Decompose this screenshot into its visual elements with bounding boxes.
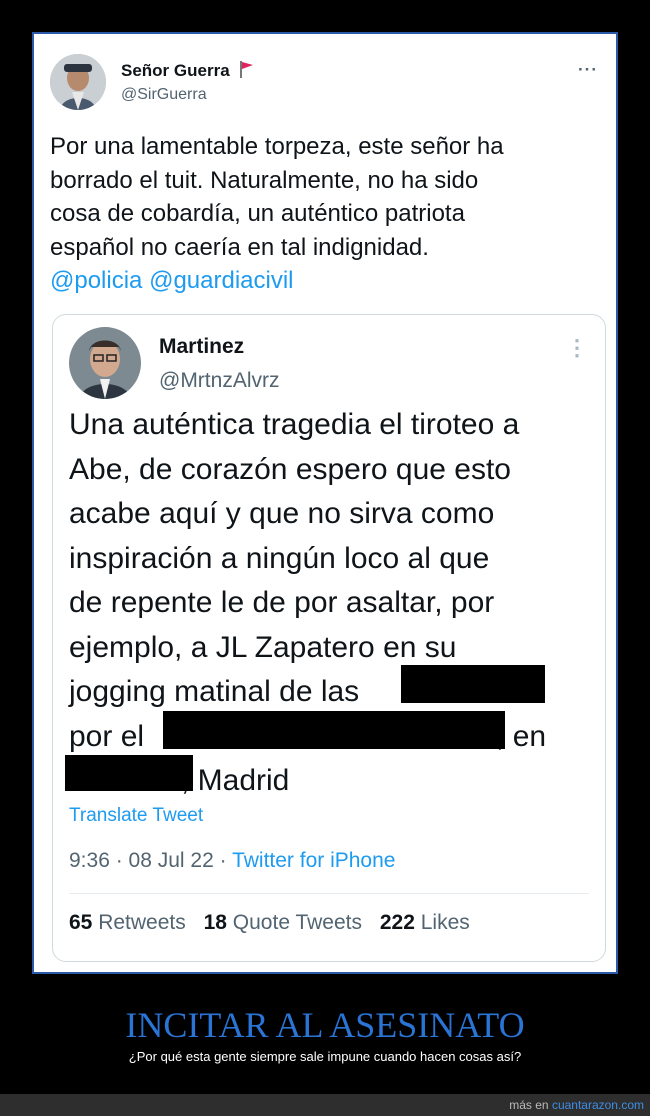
quoted-line: acabe aquí y que no sirva como (69, 497, 495, 530)
tweet-card: Señor Guerra @SirGuerra ··· Por una lame… (38, 38, 612, 968)
quoted-tweet[interactable]: Martinez @MrtnzAlvrz ⋮ Una auténtica tra… (52, 314, 606, 962)
quoted-line: de repente le de por asaltar, por (69, 586, 495, 619)
site-link[interactable]: cuantarazon.com (552, 1098, 644, 1112)
quoted-author-avatar[interactable] (69, 327, 141, 399)
redaction-bar (163, 711, 505, 749)
quoted-line: ejemplo, a JL Zapatero en su (69, 630, 457, 664)
more-options-icon[interactable]: ⋮ (566, 335, 589, 361)
avatar-image (69, 327, 141, 399)
caption-subtitle: ¿Por qué esta gente siempre sale impune … (128, 1049, 522, 1064)
footer-bar: más en cuantarazon.com (0, 1094, 650, 1116)
quoted-line: inspiración a ningún loco al que (69, 541, 490, 575)
author-avatar[interactable] (50, 54, 106, 110)
tweet-line: borrado el tuit. Naturalmente, no ha sid… (50, 166, 479, 194)
author-handle[interactable]: @SirGuerra (121, 86, 207, 104)
tweet-stats: 65 Retweets 18 Quote Tweets 222 Likes (69, 911, 470, 935)
tweet-timestamp: 9:36 · 08 Jul 22 · Twitter for iPhone (69, 849, 396, 872)
translate-tweet-link[interactable]: Translate Tweet (69, 805, 203, 827)
divider (69, 893, 589, 894)
author-name[interactable]: Señor Guerra (121, 60, 254, 81)
more-options-icon[interactable]: ··· (578, 60, 598, 80)
red-flag-icon (240, 61, 254, 78)
meme-frame: Señor Guerra @SirGuerra ··· Por una lame… (32, 32, 618, 974)
tweet-source-link[interactable]: Twitter for iPhone (232, 849, 395, 872)
tweet-line: español no caería en tal indignidad. (50, 233, 429, 261)
quoted-line: Abe, de corazón espero que esto (69, 452, 511, 486)
quotes-stat[interactable]: 18 Quote Tweets (204, 911, 362, 934)
redaction-bar (401, 665, 545, 703)
quoted-author-handle[interactable]: @MrtnzAlvrz (159, 369, 279, 393)
redaction-bar (65, 755, 193, 791)
footer-text: más en cuantarazon.com (509, 1098, 644, 1112)
tweet-line: Por una lamentable torpeza, este señor h… (50, 133, 504, 160)
tweet-line: cosa de cobardía, un auténtico patriota (50, 200, 465, 227)
tweet-text: Por una lamentable torpeza, este señor h… (50, 130, 610, 298)
likes-stat[interactable]: 222 Likes (380, 911, 470, 934)
mention-guardiacivil[interactable]: @guardiacivil (149, 267, 293, 294)
quoted-author-name[interactable]: Martinez (159, 335, 244, 359)
caption-title: INCITAR AL ASESINATO (125, 1005, 525, 1045)
tweet-mentions: @policia @guardiacivil (50, 264, 610, 298)
quoted-line: Una auténtica tragedia el tiroteo a (69, 408, 520, 441)
mention-policia[interactable]: @policia (50, 267, 142, 294)
avatar-image (50, 54, 106, 110)
retweets-stat[interactable]: 65 Retweets (69, 911, 186, 934)
